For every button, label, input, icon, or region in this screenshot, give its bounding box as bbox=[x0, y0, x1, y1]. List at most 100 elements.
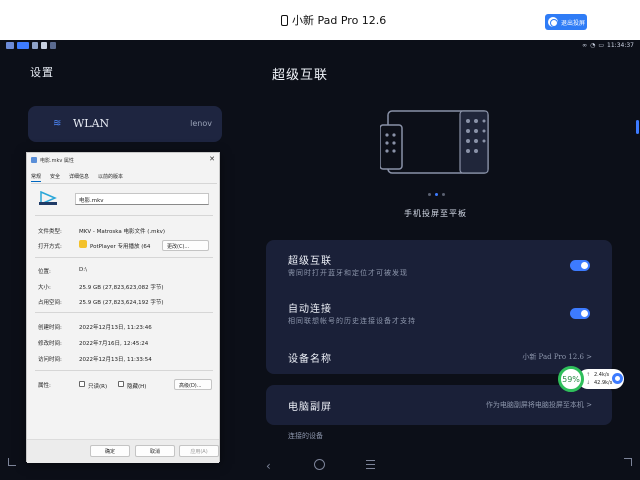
divider bbox=[35, 312, 213, 313]
modified-value: 2022年7月16日, 12:45:24 bbox=[79, 341, 149, 347]
size-value: 25.9 GB (27,823,623,082 字节) bbox=[79, 285, 164, 291]
notification-icon bbox=[17, 42, 29, 49]
carousel-dot[interactable] bbox=[442, 193, 445, 196]
attributes-label: 属性: bbox=[38, 383, 51, 389]
cast-topbar: 小新 Pad Pro 12.6 退出投屏 bbox=[0, 0, 640, 40]
download-speed: 42.9k/s bbox=[594, 380, 613, 386]
divider bbox=[35, 370, 213, 371]
hidden-label: 隐藏(H) bbox=[127, 384, 147, 390]
tab-previous-versions[interactable]: 以前的版本 bbox=[98, 173, 123, 182]
file-properties-dialog: 电影.mkv 属性 ✕ 常规 安全 详细信息 以前的版本 电影.mkv 文件类型… bbox=[26, 152, 220, 463]
app-icon bbox=[6, 42, 14, 49]
size-on-disk-label: 占用空间: bbox=[38, 300, 62, 306]
apply-button[interactable]: 应用(A) bbox=[179, 445, 219, 457]
cancel-button[interactable]: 取消 bbox=[135, 445, 175, 457]
settings-title: 设置 bbox=[30, 66, 54, 79]
pc-screen-value: 作为电脑副屏将电脑投屏至本机 > bbox=[485, 401, 592, 409]
ok-button[interactable]: 确定 bbox=[90, 445, 130, 457]
pc-screen-title: 电脑副屏 bbox=[288, 402, 332, 413]
wlan-value: lenov bbox=[190, 119, 212, 128]
accessed-value: 2022年12月13日, 11:33:54 bbox=[79, 357, 152, 363]
device-title: 小新 Pad Pro 12.6 bbox=[281, 12, 386, 28]
memory-usage-ring[interactable]: 59% bbox=[558, 366, 584, 392]
open-with-label: 打开方式: bbox=[38, 244, 62, 250]
shrink-icon[interactable] bbox=[8, 458, 16, 466]
status-bar: ∞ ◔ ▭ 11:34:37 bbox=[0, 40, 640, 52]
phone-icon bbox=[281, 14, 288, 26]
video-file-icon bbox=[39, 191, 57, 205]
carousel-dot[interactable] bbox=[428, 193, 431, 196]
super-link-card: 超级互联 需同时打开蓝牙和定位才可被发现 自动连接 相同联想帐号的历史连接设备才… bbox=[266, 240, 612, 374]
dialog-titlebar[interactable]: 电影.mkv 属性 ✕ bbox=[27, 153, 219, 167]
exit-cast-label: 退出投屏 bbox=[561, 19, 586, 27]
carousel-dot-active[interactable] bbox=[435, 193, 438, 196]
close-icon[interactable]: ✕ bbox=[209, 155, 215, 163]
divider bbox=[35, 257, 213, 258]
tab-details[interactable]: 详细信息 bbox=[69, 173, 89, 182]
auto-connect-title: 自动连接 bbox=[288, 304, 332, 315]
dialog-title: 电影.mkv 属性 bbox=[40, 158, 74, 164]
network-speed-widget[interactable]: ↑ 2.4k/s ↓ 42.9k/s 59% bbox=[558, 366, 626, 392]
wifi-icon: ≋ bbox=[53, 118, 62, 129]
auto-connect-subtitle: 相同联想帐号的历史连接设备才支持 bbox=[288, 317, 416, 325]
home-icon[interactable] bbox=[314, 459, 325, 470]
phone-to-tablet-illustration-icon bbox=[380, 110, 489, 174]
speed-settings-icon[interactable] bbox=[612, 373, 623, 384]
wlan-label: WLAN bbox=[73, 117, 110, 130]
size-on-disk-value: 25.9 GB (27,823,624,192 字节) bbox=[79, 300, 164, 306]
cast-icon bbox=[548, 17, 558, 27]
hidden-checkbox[interactable] bbox=[118, 381, 124, 387]
link-icon: ∞ bbox=[582, 42, 588, 49]
download-arrow-icon: ↓ bbox=[586, 380, 591, 386]
file-type-label: 文件类型: bbox=[38, 229, 62, 235]
super-link-subtitle: 需同时打开蓝牙和定位才可被发现 bbox=[288, 269, 408, 277]
tab-divider bbox=[31, 183, 217, 184]
file-type-value: MKV - Matroska 电影文件 (.mkv) bbox=[79, 229, 166, 235]
battery-icon: ▭ bbox=[598, 42, 605, 49]
back-icon[interactable]: ‹ bbox=[266, 459, 271, 473]
upload-speed: 2.4k/s bbox=[594, 372, 610, 378]
file-icon bbox=[31, 157, 37, 163]
auto-connect-toggle[interactable] bbox=[570, 308, 590, 319]
divider bbox=[35, 215, 213, 216]
open-with-value: PotPlayer 专用播放 (64 bbox=[90, 244, 151, 250]
expand-icon[interactable] bbox=[624, 458, 632, 466]
readonly-checkbox[interactable] bbox=[79, 381, 85, 387]
super-link-title: 超级互联 bbox=[288, 256, 332, 267]
device-name-value[interactable]: 小新 Pad Pro 12.6 > bbox=[522, 352, 592, 362]
tab-security[interactable]: 安全 bbox=[50, 173, 60, 182]
change-button[interactable]: 更改(C)... bbox=[162, 240, 209, 251]
root: 小新 Pad Pro 12.6 退出投屏 ∞ ◔ ▭ 11:34:37 设置 ≋… bbox=[0, 0, 640, 480]
speed-pill: ↑ 2.4k/s ↓ 42.9k/s bbox=[578, 369, 624, 389]
advanced-button[interactable]: 高级(D)... bbox=[174, 379, 212, 390]
wifi-icon: ◔ bbox=[590, 42, 596, 49]
connected-devices-label: 连接的设备 bbox=[288, 432, 323, 440]
created-label: 创建时间: bbox=[38, 325, 62, 331]
recent-apps-icon[interactable] bbox=[366, 460, 375, 469]
device-name-title[interactable]: 设备名称 bbox=[288, 350, 332, 365]
status-icons-left bbox=[6, 42, 56, 49]
clock-text: 11:34:37 bbox=[607, 42, 634, 49]
size-label: 大小: bbox=[38, 285, 51, 291]
device-name: 小新 Pad Pro 12.6 bbox=[292, 14, 387, 27]
carousel-dots[interactable] bbox=[428, 193, 445, 196]
exit-cast-button[interactable]: 退出投屏 bbox=[545, 14, 587, 30]
status-icons-right: ∞ ◔ ▭ 11:34:37 bbox=[582, 42, 634, 49]
potplayer-icon bbox=[79, 240, 87, 248]
scroll-indicator[interactable] bbox=[636, 120, 639, 134]
super-link-toggle[interactable] bbox=[570, 260, 590, 271]
accessed-label: 访问时间: bbox=[38, 357, 62, 363]
dialog-tabs: 常规 安全 详细信息 以前的版本 bbox=[31, 173, 123, 182]
illustration-caption: 手机投屏至平板 bbox=[404, 209, 467, 218]
store-icon bbox=[50, 42, 56, 49]
tab-general[interactable]: 常规 bbox=[31, 173, 42, 182]
location-value: D:\ bbox=[79, 267, 87, 273]
created-value: 2022年12月13日, 11:23:46 bbox=[79, 325, 152, 331]
upload-arrow-icon: ↑ bbox=[586, 372, 591, 378]
readonly-label: 只读(R) bbox=[88, 384, 108, 390]
wlan-item[interactable]: ≋ WLAN lenov bbox=[28, 106, 222, 142]
file-name-input[interactable]: 电影.mkv bbox=[75, 193, 209, 205]
mail-icon bbox=[41, 42, 47, 49]
location-label: 位置: bbox=[38, 269, 51, 275]
sync-icon bbox=[32, 42, 38, 49]
